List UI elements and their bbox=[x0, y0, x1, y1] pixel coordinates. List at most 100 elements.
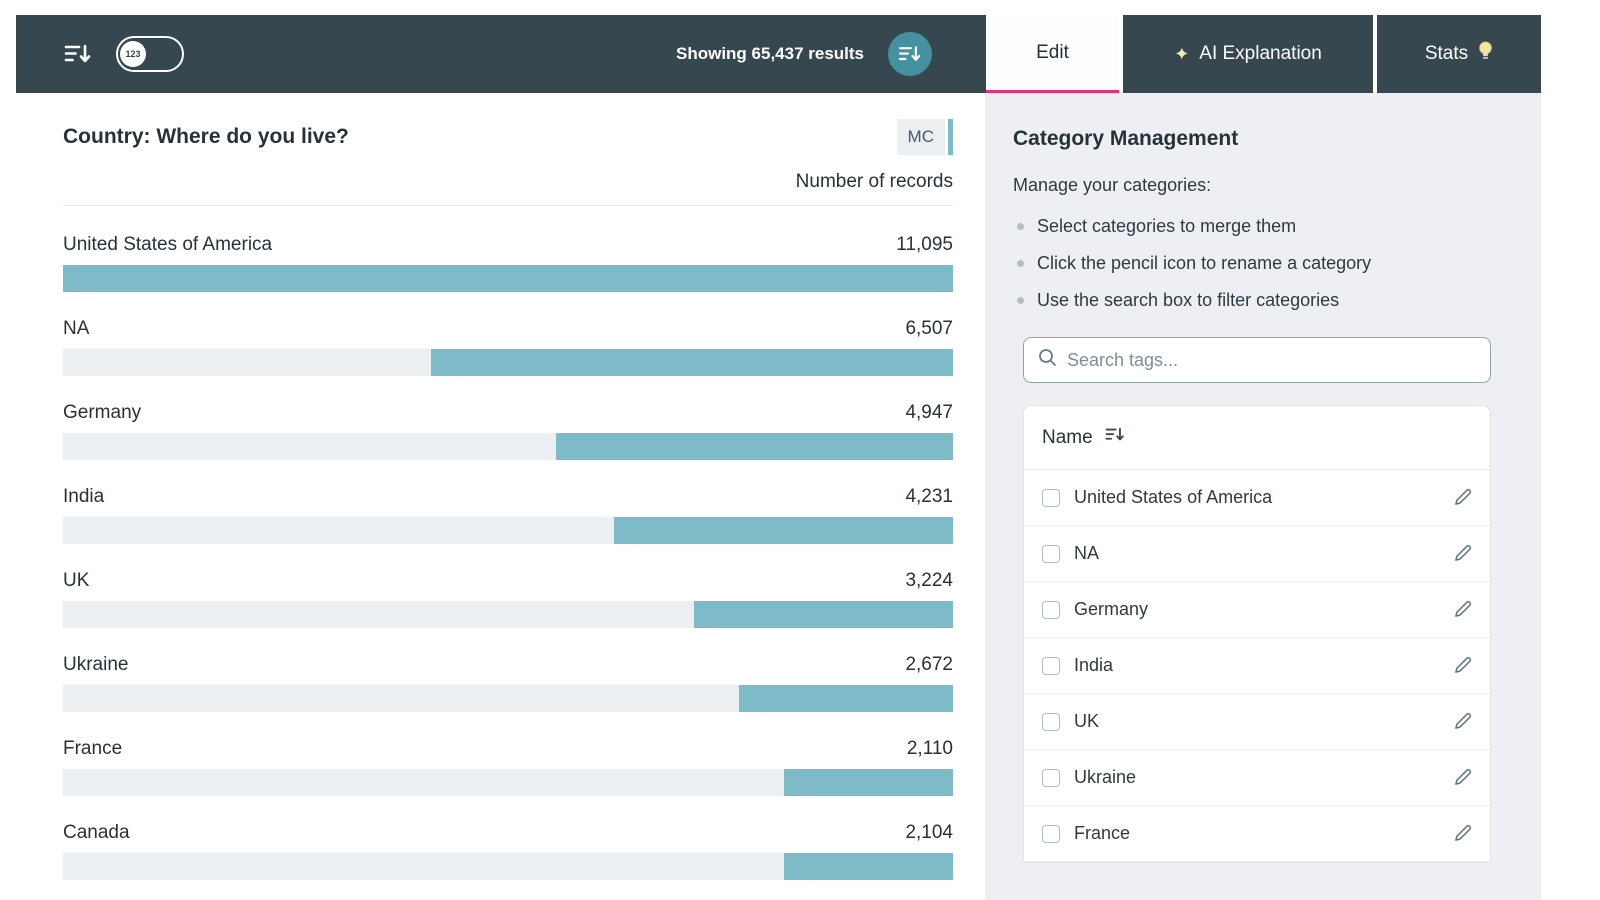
rename-category-button[interactable] bbox=[1453, 712, 1472, 731]
chart-row[interactable]: Canada 2,104 bbox=[63, 822, 953, 880]
bar-value: 2,672 bbox=[905, 654, 953, 675]
chart-row[interactable]: Germany 4,947 bbox=[63, 402, 953, 460]
name-column-header: Name bbox=[1042, 426, 1093, 448]
question-type-label: MC bbox=[896, 119, 945, 155]
bar-track bbox=[63, 601, 953, 628]
chart-row[interactable]: Ukraine 2,672 bbox=[63, 654, 953, 712]
rename-category-button[interactable] bbox=[1453, 600, 1472, 619]
category-checkbox[interactable] bbox=[1042, 824, 1060, 843]
toolbar: 123 Showing 65,437 results bbox=[16, 15, 986, 93]
sort-descending-icon[interactable] bbox=[64, 42, 92, 66]
instruction-list: Select categories to merge them Click the… bbox=[1013, 216, 1491, 311]
search-tags-box[interactable] bbox=[1023, 337, 1491, 383]
bar-value: 6,507 bbox=[905, 318, 953, 339]
divider bbox=[63, 205, 953, 206]
rename-category-button[interactable] bbox=[1453, 768, 1472, 787]
bar-value: 2,104 bbox=[905, 822, 953, 843]
category-checkbox[interactable] bbox=[1042, 712, 1060, 731]
pencil-icon bbox=[1455, 769, 1472, 785]
bar-value: 4,947 bbox=[905, 402, 953, 423]
question-type-badge[interactable]: MC bbox=[896, 119, 953, 155]
tab-ai-label: AI Explanation bbox=[1199, 43, 1322, 64]
pencil-icon bbox=[1455, 657, 1472, 673]
pencil-icon bbox=[1455, 713, 1472, 729]
chart-row[interactable]: France 2,110 bbox=[63, 738, 953, 796]
sort-descending-icon[interactable] bbox=[1105, 426, 1125, 449]
instruction-item: Use the search box to filter categories bbox=[1013, 290, 1491, 311]
badge-accent-stripe bbox=[948, 119, 953, 155]
category-name: France bbox=[1074, 823, 1131, 843]
bar-track bbox=[63, 853, 953, 880]
bar-track bbox=[63, 769, 953, 796]
category-table-header[interactable]: Name bbox=[1024, 406, 1490, 470]
top-bar: 123 Showing 65,437 results Edit ✦ AI Exp… bbox=[16, 15, 1541, 93]
chart-panel: Country: Where do you live? MC Number of… bbox=[16, 93, 985, 900]
chart-row[interactable]: NA 6,507 bbox=[63, 318, 953, 376]
bar-label: UK bbox=[63, 570, 90, 591]
results-count: Showing 65,437 results bbox=[675, 44, 864, 63]
toggle-knob: 123 bbox=[120, 41, 146, 67]
category-checkbox[interactable] bbox=[1042, 488, 1060, 507]
rename-category-button[interactable] bbox=[1453, 824, 1472, 843]
category-checkbox[interactable] bbox=[1042, 656, 1060, 675]
bar-fill bbox=[738, 685, 953, 712]
sort-results-button[interactable] bbox=[888, 32, 932, 76]
bar-fill bbox=[556, 433, 953, 460]
sparkle-icon: ✦ bbox=[1174, 44, 1190, 64]
category-checkbox[interactable] bbox=[1042, 768, 1060, 787]
chart-row[interactable]: India 4,231 bbox=[63, 486, 953, 544]
bar-track bbox=[63, 433, 953, 460]
instruction-item: Select categories to merge them bbox=[1013, 216, 1491, 237]
category-name: Germany bbox=[1074, 599, 1149, 619]
toggle-badge-label: 123 bbox=[125, 49, 141, 59]
chart-row[interactable]: UK 3,224 bbox=[63, 570, 953, 628]
bar-track bbox=[63, 349, 953, 376]
category-checkbox[interactable] bbox=[1042, 544, 1060, 563]
category-row[interactable]: United States of America bbox=[1024, 470, 1490, 526]
category-management-panel: Category Management Manage your categori… bbox=[985, 93, 1541, 900]
category-name: United States of America bbox=[1074, 487, 1273, 507]
pencil-icon bbox=[1455, 489, 1472, 505]
tab-stats-label: Stats bbox=[1424, 43, 1469, 64]
tab-edit[interactable]: Edit bbox=[986, 15, 1119, 93]
numeric-view-toggle[interactable]: 123 bbox=[116, 36, 184, 72]
category-row[interactable]: Germany bbox=[1024, 582, 1490, 638]
bar-label: Germany bbox=[63, 402, 142, 423]
bar-value: 4,231 bbox=[905, 486, 953, 507]
bar-fill bbox=[694, 601, 953, 628]
category-row[interactable]: UK bbox=[1024, 694, 1490, 750]
search-tags-input[interactable] bbox=[1067, 349, 1476, 371]
instruction-item: Click the pencil icon to rename a catego… bbox=[1013, 253, 1491, 274]
bar-chart: United States of America 11,095 NA 6,507 Ger… bbox=[63, 234, 953, 880]
value-column-header: Number of records bbox=[795, 171, 953, 192]
bar-track bbox=[63, 685, 953, 712]
bar-label: France bbox=[63, 738, 123, 759]
category-row[interactable]: Ukraine bbox=[1024, 750, 1490, 806]
chart-row[interactable]: United States of America 11,095 bbox=[63, 234, 953, 292]
content-area: Country: Where do you live? MC Number of… bbox=[16, 93, 1541, 900]
bar-value: 3,224 bbox=[905, 570, 953, 591]
pencil-icon bbox=[1455, 545, 1472, 561]
bar-fill bbox=[783, 769, 953, 796]
category-row[interactable]: India bbox=[1024, 638, 1490, 694]
category-name: India bbox=[1074, 655, 1114, 675]
bar-label: Ukraine bbox=[63, 654, 129, 675]
pencil-icon bbox=[1455, 825, 1472, 841]
bar-label: Canada bbox=[63, 822, 130, 843]
panel-subtitle: Manage your categories: bbox=[1013, 175, 1212, 195]
rename-category-button[interactable] bbox=[1453, 544, 1472, 563]
category-checkbox[interactable] bbox=[1042, 600, 1060, 619]
category-name: Ukraine bbox=[1074, 767, 1137, 787]
category-row[interactable]: France bbox=[1024, 806, 1490, 862]
category-row[interactable]: NA bbox=[1024, 526, 1490, 582]
rename-category-button[interactable] bbox=[1453, 656, 1472, 675]
tab-ai-explanation[interactable]: ✦ AI Explanation bbox=[1123, 15, 1373, 93]
bar-label: India bbox=[63, 486, 105, 507]
category-name: NA bbox=[1074, 543, 1100, 563]
category-rows: United States of America NA Germany India UK… bbox=[1024, 470, 1490, 862]
rename-category-button[interactable] bbox=[1453, 488, 1472, 507]
category-table: Name United States of America NA Germany In… bbox=[1023, 405, 1491, 863]
lightbulb-icon bbox=[1478, 41, 1493, 67]
tab-stats[interactable]: Stats bbox=[1377, 15, 1541, 93]
panel-title: Category Management bbox=[1013, 127, 1239, 150]
